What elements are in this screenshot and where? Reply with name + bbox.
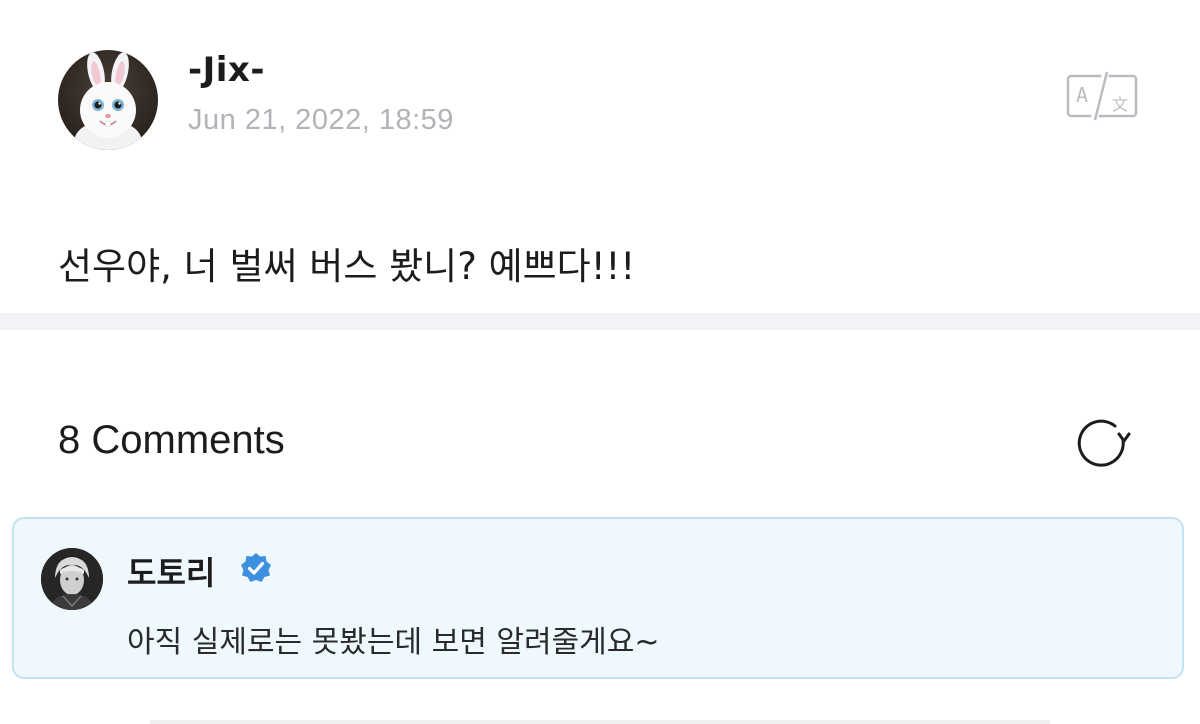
commenter-avatar[interactable] — [41, 548, 103, 610]
translate-button[interactable]: A 文 — [1064, 70, 1140, 122]
post-author-name[interactable]: -Jix- — [188, 50, 265, 90]
refresh-icon — [1077, 419, 1131, 467]
author-avatar[interactable] — [58, 50, 158, 150]
next-item-edge — [150, 720, 1050, 724]
section-divider — [0, 313, 1200, 330]
rabbit-avatar-image — [74, 52, 142, 150]
post-body-text: 선우야, 너 벌써 버스 봤니? 예쁘다!!! — [58, 245, 636, 288]
refresh-button[interactable] — [1073, 414, 1133, 474]
translate-icon: A 文 — [1066, 71, 1138, 121]
commenter-avatar-image — [41, 548, 103, 610]
verified-badge-icon — [239, 551, 273, 585]
comments-count-title: 8 Comments — [58, 418, 285, 462]
commenter-name[interactable]: 도토리 — [127, 548, 215, 594]
comment-text: 아직 실제로는 못봤는데 보면 알려줄게요~ — [127, 625, 660, 660]
post-timestamp: Jun 21, 2022, 18:59 — [188, 104, 454, 136]
svg-text:A: A — [1076, 83, 1088, 107]
svg-text:文: 文 — [1112, 95, 1128, 114]
comment-item[interactable]: 도토리 아직 실제로는 못봤는데 보면 알려줄게요~ — [12, 517, 1184, 679]
post-detail-page: -Jix- Jun 21, 2022, 18:59 A 文 선우야, 너 벌써 … — [0, 0, 1200, 724]
